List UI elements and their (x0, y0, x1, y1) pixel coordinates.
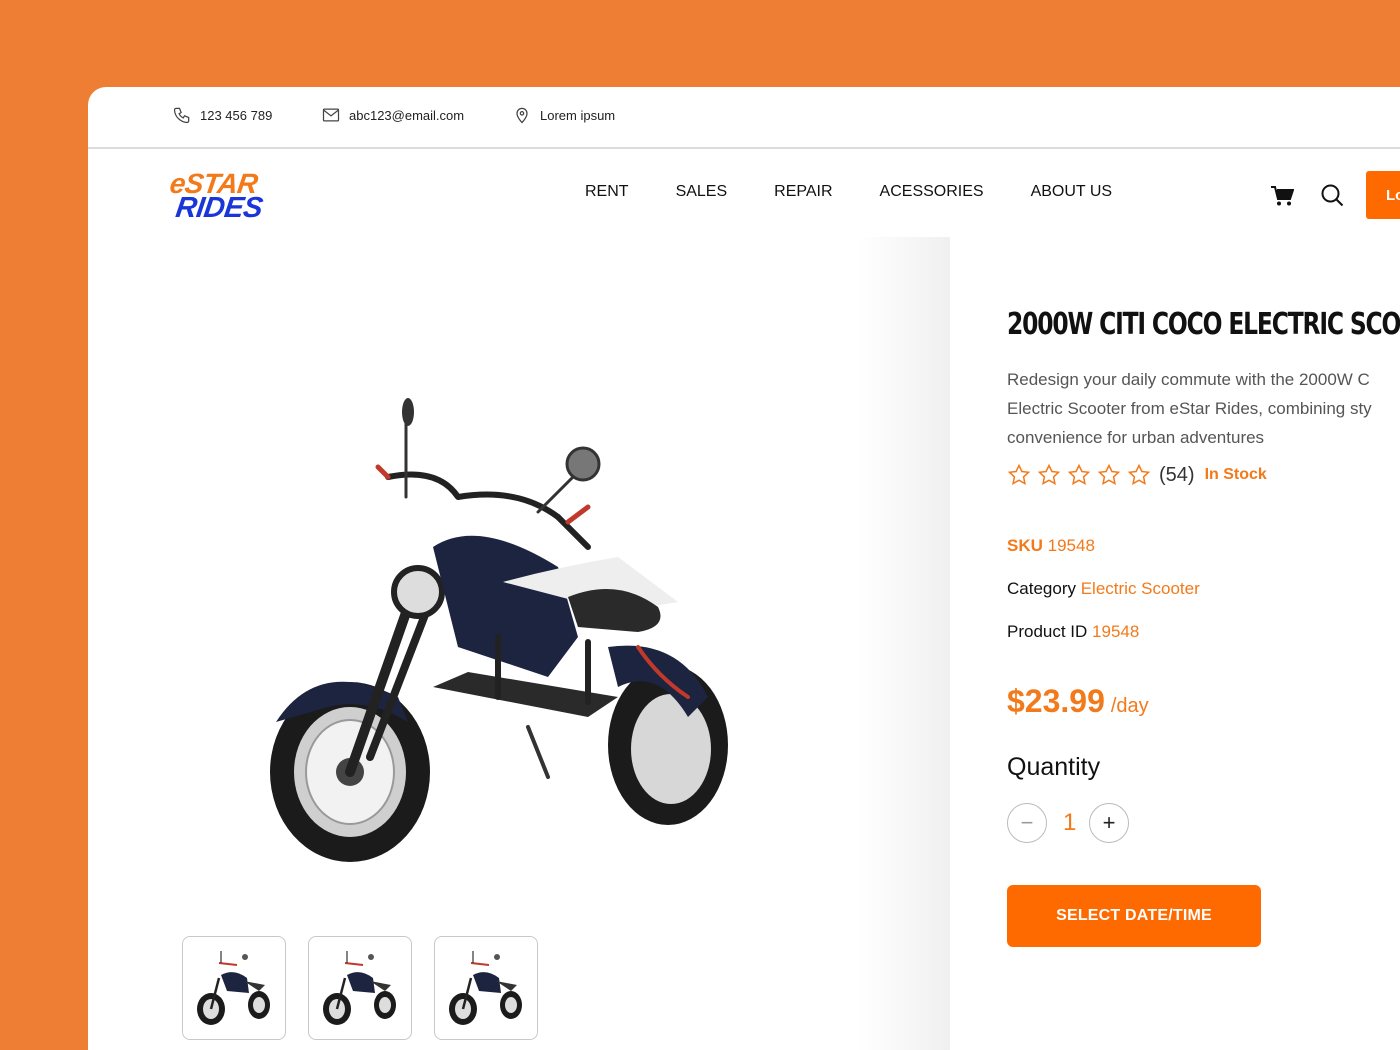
address-contact[interactable]: Lorem ipsum (512, 105, 615, 125)
product-details: 2000W CITI COCO ELECTRIC SCOOTE Redesign… (1007, 87, 1400, 1050)
nav-item-accessories[interactable]: ACESSORIES (880, 183, 984, 201)
category-label: Category (1007, 579, 1076, 598)
price: $23.99 /day (1007, 683, 1149, 720)
phone-number: 123 456 789 (200, 107, 273, 123)
star-icon[interactable] (1007, 463, 1031, 487)
product-rating: (54) In Stock (1007, 463, 1267, 487)
product-id-row: Product ID 19548 (1007, 622, 1139, 642)
product-page-window: 123 456 789 abc123@email.com Lorem ipsum… (88, 87, 1400, 1050)
category-row: Category Electric Scooter (1007, 579, 1200, 599)
sku-row: SKU 19548 (1007, 536, 1095, 556)
thumbnail-strip (182, 936, 538, 1040)
thumbnail-2[interactable] (308, 936, 412, 1040)
address-text: Lorem ipsum (540, 107, 616, 123)
sku-value: 19548 (1047, 536, 1095, 555)
review-count: (54) (1159, 463, 1195, 486)
nav-item-repair[interactable]: REPAIR (774, 183, 832, 201)
nav-item-sales[interactable]: SALES (676, 183, 728, 201)
scooter-thumbnail-image (323, 951, 396, 1025)
price-amount: $23.99 (1007, 683, 1105, 719)
product-description: Redesign your daily commute with the 200… (1007, 370, 1372, 447)
scooter-thumbnail-image (449, 951, 522, 1025)
price-unit: /day (1110, 695, 1149, 717)
star-icon[interactable] (1097, 463, 1121, 487)
sku-label: SKU (1007, 536, 1043, 555)
star-icon[interactable] (1037, 463, 1061, 487)
divider-shadow (858, 237, 950, 1050)
quantity-value[interactable]: 1 (1063, 809, 1076, 837)
location-pin-icon (516, 107, 528, 124)
product-title: 2000W CITI COCO ELECTRIC SCOOTE (1007, 307, 1400, 342)
email-address: abc123@email.com (349, 107, 465, 123)
scooter-main-image (270, 398, 728, 862)
scooter-thumbnail-image (197, 951, 270, 1025)
nav-item-rent[interactable]: RENT (585, 183, 629, 201)
decrease-quantity-button[interactable]: − (1007, 803, 1047, 843)
logo-line-2: RIDES (173, 192, 265, 224)
star-icon[interactable] (1067, 463, 1091, 487)
phone-icon (173, 107, 190, 124)
thumbnail-1[interactable] (182, 936, 286, 1040)
phone-contact[interactable]: 123 456 789 (172, 105, 272, 125)
increase-quantity-button[interactable]: + (1089, 803, 1129, 843)
mail-icon (322, 108, 340, 122)
category-link[interactable]: Electric Scooter (1081, 579, 1200, 598)
quantity-label: Quantity (1007, 753, 1101, 781)
star-icon[interactable] (1127, 463, 1151, 487)
stock-status: In Stock (1204, 466, 1267, 483)
thumbnail-3[interactable] (434, 936, 538, 1040)
product-id-value: 19548 (1092, 622, 1140, 641)
estar-rides-logo[interactable]: eSTAR RIDES (168, 168, 300, 224)
email-contact[interactable]: abc123@email.com (321, 105, 464, 125)
select-date-time-button[interactable]: SELECT DATE/TIME (1007, 885, 1261, 947)
product-id-label: Product ID (1007, 622, 1088, 641)
quantity-stepper: − 1 + (1007, 803, 1129, 843)
